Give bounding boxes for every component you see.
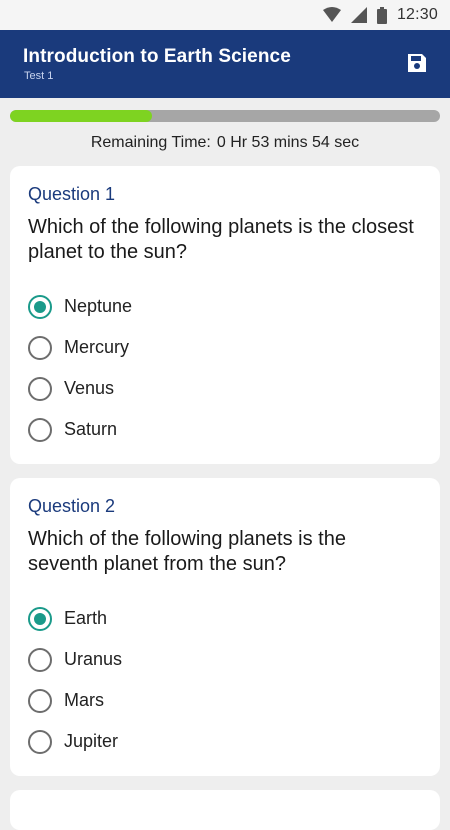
radio-button[interactable] xyxy=(28,729,52,754)
answer-option[interactable]: Neptune xyxy=(28,286,428,327)
answer-option-label: Mercury xyxy=(64,337,130,357)
question-card-3 xyxy=(10,790,440,830)
answer-option[interactable]: Uranus xyxy=(28,639,428,680)
page-title: Introduction to Earth Science xyxy=(23,46,291,67)
progress-bar-fill xyxy=(10,110,152,122)
save-icon xyxy=(405,51,429,80)
progress-bar xyxy=(10,110,440,122)
answer-options: Neptune Mercury Venus Saturn xyxy=(28,286,428,450)
radio-button[interactable] xyxy=(28,294,52,319)
question-card-2: Question 2 Which of the following planet… xyxy=(10,478,440,776)
answer-option[interactable]: Earth xyxy=(28,598,428,639)
page-subtitle: Test 1 xyxy=(24,70,54,82)
radio-button[interactable] xyxy=(28,606,52,631)
remaining-time-label: Remaining Time: xyxy=(90,134,211,151)
answer-option[interactable]: Mercury xyxy=(28,327,428,368)
answer-option[interactable]: Mars xyxy=(28,680,428,721)
app-bar: Introduction to Earth Science Test 1 xyxy=(0,30,450,98)
radio-button[interactable] xyxy=(28,688,52,713)
radio-button[interactable] xyxy=(28,376,52,401)
question-number: Question 1 xyxy=(28,184,116,204)
answer-option-label: Saturn xyxy=(64,419,118,439)
status-clock: 12:30 xyxy=(396,6,438,23)
question-text: Which of the following planets is the se… xyxy=(28,528,346,575)
remaining-time-value: 0 Hr 53 mins 54 sec xyxy=(216,134,360,151)
battery-icon xyxy=(376,6,387,24)
status-bar: 12:30 xyxy=(0,0,450,30)
save-button[interactable] xyxy=(402,50,432,80)
answer-option-label: Earth xyxy=(64,608,108,628)
cell-signal-icon xyxy=(350,7,367,23)
radio-button[interactable] xyxy=(28,335,52,360)
answer-option-label: Neptune xyxy=(64,296,133,316)
question-card-1: Question 1 Which of the following planet… xyxy=(10,166,440,464)
answer-option-label: Venus xyxy=(64,378,115,398)
answer-option-label: Mars xyxy=(64,690,104,710)
radio-button[interactable] xyxy=(28,647,52,672)
question-number: Question 2 xyxy=(28,496,116,516)
answer-option-label: Uranus xyxy=(64,649,123,669)
answer-option[interactable]: Venus xyxy=(28,368,428,409)
radio-button[interactable] xyxy=(28,417,52,442)
remaining-time: Remaining Time: 0 Hr 53 mins 54 sec xyxy=(0,134,450,152)
question-text: Which of the following planets is the cl… xyxy=(28,216,414,263)
answer-options: Earth Uranus Mars Jupiter xyxy=(28,598,428,762)
answer-option[interactable]: Jupiter xyxy=(28,721,428,762)
wifi-icon xyxy=(322,7,341,23)
answer-option[interactable]: Saturn xyxy=(28,409,428,450)
answer-option-label: Jupiter xyxy=(64,731,119,751)
